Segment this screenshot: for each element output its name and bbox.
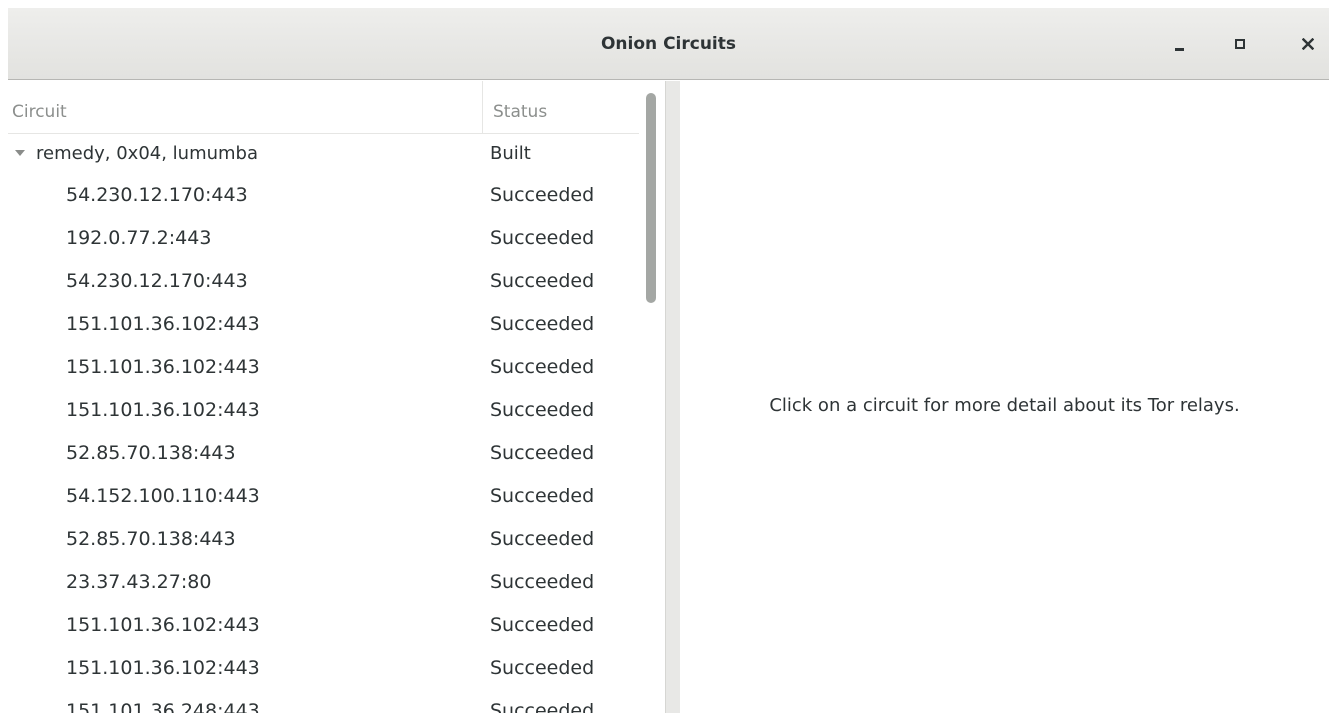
stream-status: Succeeded bbox=[490, 571, 595, 593]
stream-row[interactable]: 192.0.77.2:443 Succeeded bbox=[8, 217, 639, 260]
close-button[interactable] bbox=[1294, 30, 1322, 58]
stream-status: Succeeded bbox=[490, 270, 595, 292]
stream-address: 23.37.43.27:80 bbox=[66, 571, 212, 593]
stream-status: Succeeded bbox=[490, 399, 595, 421]
column-header-status[interactable]: Status bbox=[483, 81, 639, 133]
stream-row[interactable]: 23.37.43.27:80 Succeeded bbox=[8, 561, 639, 604]
stream-row[interactable]: 54.230.12.170:443 Succeeded bbox=[8, 174, 639, 217]
details-placeholder-message: Click on a circuit for more detail about… bbox=[769, 395, 1240, 416]
stream-address: 54.152.100.110:443 bbox=[66, 485, 260, 507]
minimize-icon bbox=[1175, 48, 1184, 51]
minimize-button[interactable] bbox=[1166, 30, 1194, 58]
stream-status: Succeeded bbox=[490, 356, 595, 378]
scrollbar-thumb[interactable] bbox=[646, 93, 656, 303]
stream-row[interactable]: 54.152.100.110:443 Succeeded bbox=[8, 475, 639, 518]
pane-divider[interactable] bbox=[665, 81, 680, 713]
stream-row[interactable]: 52.85.70.138:443 Succeeded bbox=[8, 432, 639, 475]
stream-status: Succeeded bbox=[490, 485, 595, 507]
stream-address: 151.101.36.102:443 bbox=[66, 313, 260, 335]
stream-status: Succeeded bbox=[490, 528, 595, 550]
circuit-status: Built bbox=[490, 143, 531, 164]
stream-address: 54.230.12.170:443 bbox=[66, 270, 248, 292]
stream-row[interactable]: 151.101.36.102:443 Succeeded bbox=[8, 303, 639, 346]
stream-status: Succeeded bbox=[490, 227, 595, 249]
circuit-row[interactable]: remedy, 0x04, lumumba Built bbox=[8, 134, 639, 174]
stream-address: 151.101.36.248:443 bbox=[66, 700, 260, 713]
stream-address: 52.85.70.138:443 bbox=[66, 528, 236, 550]
stream-address: 192.0.77.2:443 bbox=[66, 227, 212, 249]
stream-status: Succeeded bbox=[490, 700, 595, 713]
stream-address: 151.101.36.102:443 bbox=[66, 399, 260, 421]
stream-row[interactable]: 151.101.36.248:443 Succeeded bbox=[8, 690, 639, 713]
maximize-button[interactable] bbox=[1226, 30, 1254, 58]
tree-header: Circuit Status bbox=[8, 81, 639, 134]
stream-row[interactable]: 151.101.36.102:443 Succeeded bbox=[8, 346, 639, 389]
tree-scrollbar[interactable] bbox=[639, 81, 665, 713]
stream-row[interactable]: 151.101.36.102:443 Succeeded bbox=[8, 389, 639, 432]
stream-status: Succeeded bbox=[490, 184, 595, 206]
window-title: Onion Circuits bbox=[600, 34, 737, 54]
details-panel: Click on a circuit for more detail about… bbox=[680, 81, 1329, 713]
stream-address: 52.85.70.138:443 bbox=[66, 442, 236, 464]
onion-circuits-window: Onion Circuits Circuit Status remedy, 0x… bbox=[0, 0, 1329, 713]
stream-row[interactable]: 54.230.12.170:443 Succeeded bbox=[8, 260, 639, 303]
stream-status: Succeeded bbox=[490, 442, 595, 464]
circuit-name: remedy, 0x04, lumumba bbox=[36, 143, 259, 164]
stream-row[interactable]: 151.101.36.102:443 Succeeded bbox=[8, 604, 639, 647]
title-bar[interactable]: Onion Circuits bbox=[8, 8, 1329, 80]
stream-status: Succeeded bbox=[490, 313, 595, 335]
circuit-tree[interactable]: Circuit Status remedy, 0x04, lumumba Bui… bbox=[8, 81, 639, 713]
maximize-icon bbox=[1235, 39, 1245, 49]
stream-list: 54.230.12.170:443 Succeeded 192.0.77.2:443… bbox=[8, 174, 639, 713]
stream-status: Succeeded bbox=[490, 614, 595, 636]
stream-row[interactable]: 52.85.70.138:443 Succeeded bbox=[8, 518, 639, 561]
column-header-circuit[interactable]: Circuit bbox=[8, 81, 483, 133]
stream-address: 151.101.36.102:443 bbox=[66, 356, 260, 378]
stream-address: 54.230.12.170:443 bbox=[66, 184, 248, 206]
close-icon bbox=[1302, 38, 1314, 50]
stream-status: Succeeded bbox=[490, 657, 595, 679]
stream-address: 151.101.36.102:443 bbox=[66, 614, 260, 636]
expander-arrow-icon[interactable] bbox=[15, 150, 25, 156]
stream-address: 151.101.36.102:443 bbox=[66, 657, 260, 679]
stream-row[interactable]: 151.101.36.102:443 Succeeded bbox=[8, 647, 639, 690]
